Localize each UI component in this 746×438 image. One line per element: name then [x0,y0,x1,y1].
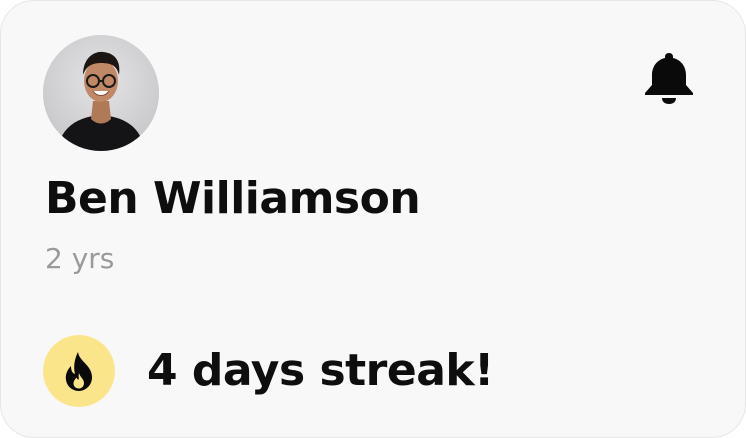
notification-bell-icon[interactable] [641,49,697,105]
streak-badge [43,335,115,407]
streak-label: 4 days streak! [147,345,494,396]
avatar[interactable] [43,35,159,151]
avatar-photo [43,35,159,151]
membership-tenure: 2 yrs [45,242,115,275]
user-name: Ben Williamson [45,173,421,224]
fire-icon [65,352,92,391]
profile-card: Ben Williamson 2 yrs 4 days streak! [0,0,746,438]
